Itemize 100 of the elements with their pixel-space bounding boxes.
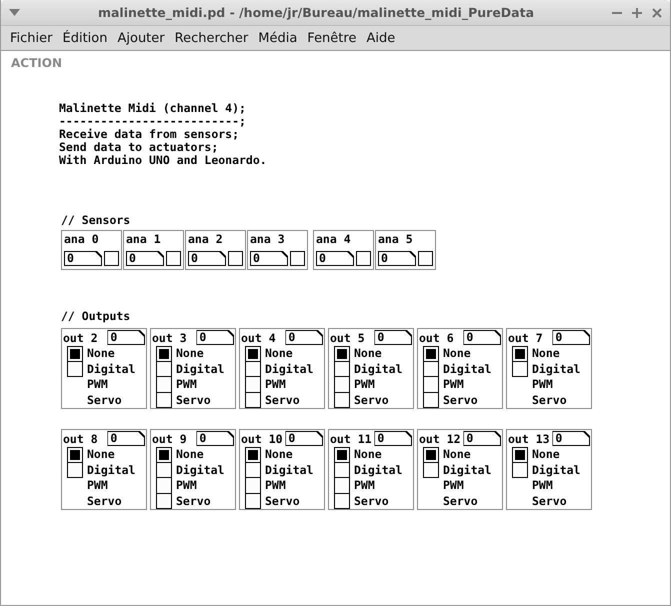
radio-button[interactable] [334, 346, 350, 362]
radio-button[interactable] [512, 447, 528, 462]
radio-button[interactable] [156, 392, 172, 408]
radio-button[interactable] [334, 462, 350, 478]
radio-button[interactable] [245, 392, 261, 408]
output-label: out 2 [63, 330, 99, 344]
number-field[interactable]: 0 [463, 431, 501, 446]
number-field[interactable]: 0 [374, 431, 412, 446]
radio-button[interactable] [67, 462, 83, 478]
bang-button[interactable] [228, 251, 243, 266]
option-label: Digital [176, 462, 226, 478]
option-label: PWM [354, 377, 376, 392]
option-label: Servo [443, 392, 479, 408]
number-field[interactable]: 0 [107, 431, 145, 446]
maximize-icon[interactable] [632, 8, 642, 18]
radio-button[interactable] [334, 494, 350, 509]
radio-button[interactable] [512, 362, 528, 377]
radio-button[interactable] [156, 362, 172, 377]
radio-button[interactable] [67, 362, 83, 377]
window-title: malinette_midi.pd - /home/jr/Bureau/malinette_midi_PureData [96, 5, 536, 20]
option-label: PWM [87, 478, 109, 494]
radio-button[interactable] [245, 462, 261, 478]
option-label: PWM [87, 377, 109, 392]
radio-button[interactable] [334, 377, 350, 392]
section-comment: // Outputs [61, 310, 132, 323]
radio-button[interactable] [334, 478, 350, 494]
menu-item[interactable]: Fenêtre [302, 30, 362, 46]
radio-button[interactable] [245, 362, 261, 377]
output-label: out 5 [330, 330, 366, 344]
close-icon[interactable] [652, 8, 662, 18]
number-field[interactable]: 0 [126, 251, 164, 266]
number-field[interactable]: 0 [378, 251, 416, 266]
output-label: out 9 [152, 432, 188, 446]
bang-button[interactable] [290, 251, 305, 266]
number-field[interactable]: 0 [196, 330, 234, 345]
radio-button[interactable] [245, 377, 261, 392]
radio-button[interactable] [67, 346, 83, 362]
radio-button[interactable] [512, 462, 528, 478]
radio-button[interactable] [423, 392, 439, 408]
radio-button[interactable] [423, 462, 439, 478]
number-field[interactable]: 0 [188, 251, 226, 266]
sensor-label: ana 1 [126, 232, 162, 246]
number-field[interactable]: 0 [552, 330, 590, 345]
sensor-label: ana 5 [378, 232, 414, 246]
window-menu-icon[interactable] [9, 9, 20, 16]
menu-item[interactable]: Aide [361, 30, 400, 46]
bang-button[interactable] [356, 251, 371, 266]
radio-button[interactable] [245, 494, 261, 509]
radio-button[interactable] [156, 447, 172, 462]
bang-button[interactable] [418, 251, 433, 266]
output-label: out 7 [508, 330, 544, 344]
number-field[interactable]: 0 [285, 330, 323, 345]
radio-button[interactable] [245, 346, 261, 362]
radio-button[interactable] [423, 377, 439, 392]
radio-button[interactable] [334, 392, 350, 408]
sensor-label: ana 0 [64, 232, 100, 246]
radio-button[interactable] [156, 478, 172, 494]
radio-button[interactable] [334, 447, 350, 462]
bang-button[interactable] [166, 251, 181, 266]
number-field[interactable]: 0 [374, 330, 412, 345]
menu-item[interactable]: Ajouter [112, 30, 170, 46]
radio-button[interactable] [67, 447, 83, 462]
radio-button[interactable] [423, 346, 439, 362]
output-label: out 8 [63, 432, 99, 446]
option-label: Servo [532, 494, 568, 509]
number-field[interactable]: 0 [196, 431, 234, 446]
output-label: out 10 [241, 432, 284, 446]
option-label: Digital [176, 362, 226, 377]
number-field[interactable]: 0 [552, 431, 590, 446]
radio-button[interactable] [156, 346, 172, 362]
menu-item[interactable]: Média [253, 30, 302, 46]
option-label: None [443, 447, 472, 462]
menu-item[interactable]: Fichier [5, 30, 58, 46]
option-label: Digital [87, 362, 136, 377]
number-field[interactable]: 0 [285, 431, 323, 446]
radio-button[interactable] [156, 462, 172, 478]
number-field[interactable]: 0 [250, 251, 288, 266]
radio-button[interactable] [334, 362, 350, 377]
radio-button[interactable] [245, 447, 261, 462]
bang-button[interactable] [104, 251, 119, 266]
radio-button[interactable] [156, 494, 172, 509]
radio-button[interactable] [423, 447, 439, 462]
option-label: PWM [176, 478, 198, 494]
number-field[interactable]: 0 [107, 330, 145, 345]
menu-item[interactable]: Édition [58, 30, 112, 46]
section-comment: // Sensors [61, 214, 132, 227]
menu-item[interactable]: Rechercher [170, 30, 254, 46]
output-label: out 11 [330, 432, 373, 446]
option-label: None [354, 346, 383, 362]
option-label: Servo [354, 494, 390, 509]
option-label: None [532, 447, 561, 462]
option-label: Digital [354, 362, 404, 377]
radio-button[interactable] [512, 346, 528, 362]
number-field[interactable]: 0 [316, 251, 354, 266]
number-field[interactable]: 0 [463, 330, 501, 345]
radio-button[interactable] [156, 377, 172, 392]
radio-button[interactable] [423, 362, 439, 377]
radio-button[interactable] [245, 478, 261, 494]
option-label: Digital [443, 462, 492, 478]
number-field[interactable]: 0 [64, 251, 102, 266]
